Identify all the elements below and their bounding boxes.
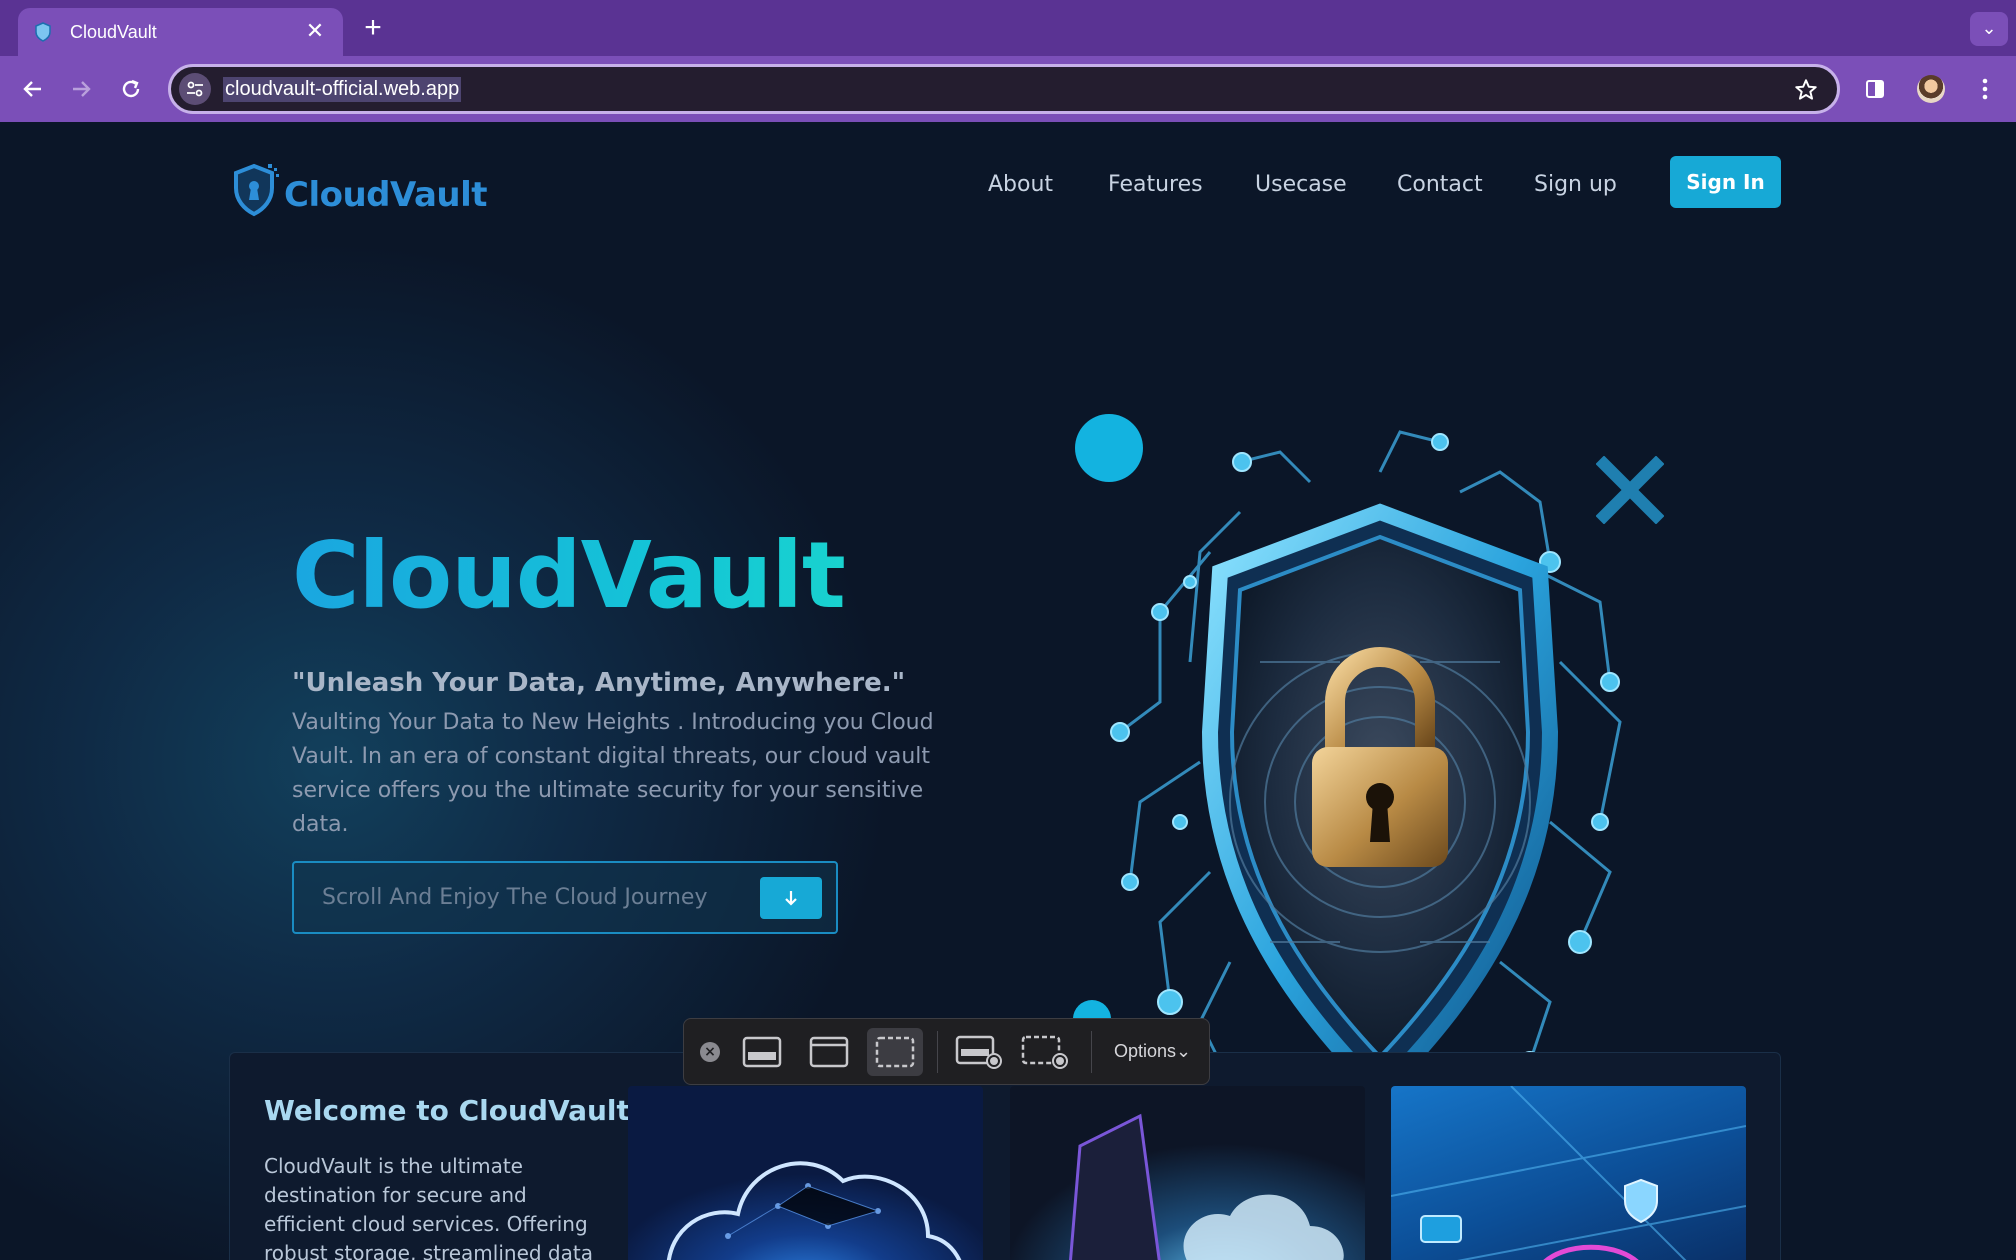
logo-wordmark: CloudVault [284,175,488,215]
hero-tagline: "Unleash Your Data, Anytime, Anywhere." [292,668,906,698]
cloudvault-page: CloudVault About Features Usecase Contac… [0,122,2016,1260]
welcome-title: Welcome to CloudVault [264,1094,630,1127]
forward-arrow-icon[interactable] [62,70,100,108]
scroll-down-button[interactable] [760,877,822,919]
profile-avatar[interactable] [1912,70,1950,108]
keyhole-shield-icon [234,163,279,217]
nav-features[interactable]: Features [1108,172,1203,197]
capture-selection-icon[interactable] [867,1028,923,1076]
back-arrow-icon[interactable] [14,70,52,108]
close-capture-icon[interactable]: × [700,1041,720,1062]
hero-description: Vaulting Your Data to New Heights . Intr… [292,710,934,837]
site-logo[interactable]: CloudVault [230,162,488,218]
shield-padlock-illustration [1110,430,1622,1104]
welcome-text: CloudVault is the ultimate destination f… [264,1154,593,1260]
cloud-network-image [628,1086,983,1260]
record-selection-icon[interactable] [1017,1028,1073,1076]
new-tab-button[interactable]: + [356,12,390,46]
side-panel-icon[interactable] [1856,70,1894,108]
address-bar[interactable]: cloudvault-official.web.app [168,64,1840,114]
nav-about[interactable]: About [988,172,1053,197]
reload-icon[interactable] [112,70,150,108]
capture-window-icon[interactable] [801,1028,857,1076]
nav-sign-up[interactable]: Sign up [1534,172,1617,197]
tab-search-chevron-icon[interactable]: ⌄ [1970,12,2008,46]
shield-favicon-icon [32,21,54,43]
browser-toolbar: cloudvault-official.web.app [0,56,2016,122]
kebab-menu-icon[interactable] [1966,70,2004,108]
tab-cloudvault[interactable]: CloudVault ✕ [18,8,343,56]
options-dropdown[interactable]: Options⌄ [1114,1041,1191,1062]
arrow-down-icon [785,891,797,906]
capture-entire-screen-icon[interactable] [734,1028,790,1076]
network-shield-image [1391,1086,1746,1260]
server-cloud-image [1010,1086,1365,1260]
scroll-cta[interactable]: Scroll And Enjoy The Cloud Journey [292,861,838,934]
scroll-cta-label: Scroll And Enjoy The Cloud Journey [322,885,708,910]
site-info-icon[interactable] [179,73,211,105]
screenshot-toolbar: × Options⌄ [683,1018,1210,1085]
tab-strip: CloudVault ✕ + ⌄ [0,0,2016,56]
nav-contact[interactable]: Contact [1397,172,1483,197]
bookmark-star-icon[interactable] [1793,77,1819,103]
record-entire-screen-icon[interactable] [951,1028,1007,1076]
tab-close-icon[interactable]: ✕ [301,18,329,46]
sign-in-button[interactable]: Sign In [1670,156,1781,208]
nav-usecase[interactable]: Usecase [1255,172,1347,197]
tab-title: CloudVault [70,21,157,42]
url-text[interactable]: cloudvault-official.web.app [223,76,462,102]
hero-title: CloudVault [292,522,846,629]
